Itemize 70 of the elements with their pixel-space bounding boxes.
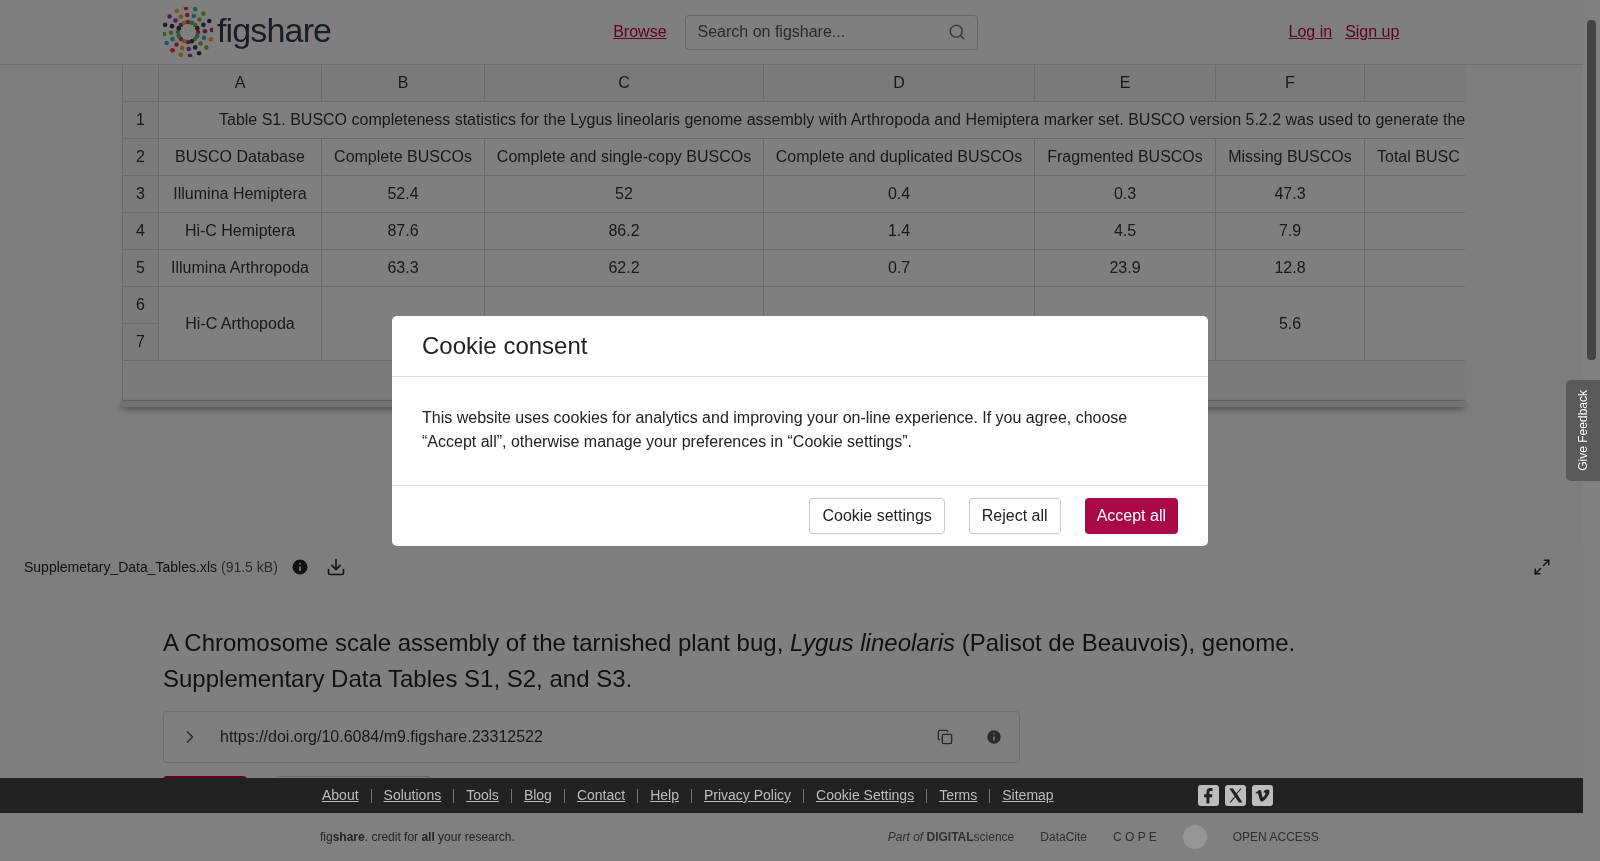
table-cell: Missing BUSCOs: [1216, 139, 1365, 176]
table-cell: 23.9: [1035, 250, 1216, 287]
table-cell: 47.3: [1216, 176, 1365, 213]
column-header: F: [1216, 65, 1365, 102]
table-cell: Complete BUSCOs: [322, 139, 485, 176]
feedback-tab[interactable]: Give Feedback: [1566, 380, 1600, 481]
tagline: figshare. credit for all your research.: [320, 829, 515, 846]
table-cell: 0.3: [1035, 176, 1216, 213]
table-cell: Complete and duplicated BUSCOs: [764, 139, 1035, 176]
footer-link[interactable]: Terms: [937, 785, 980, 806]
table-cell: 63.3: [322, 250, 485, 287]
vimeo-icon[interactable]: [1251, 785, 1273, 806]
dialog-message: This website uses cookies for analytics and improving your on-line experience. If you agree, choose “Accept all”, otherwise manage your preferences in “Cookie settings”.: [422, 408, 1129, 452]
dialog-title: Cookie consent: [422, 331, 588, 361]
facebook-icon[interactable]: [1197, 785, 1219, 806]
table-cell: 12.8: [1216, 250, 1365, 287]
table-cell: Complete and single-copy BUSCOs: [485, 139, 764, 176]
partner-logo[interactable]: DataCite: [1040, 828, 1087, 846]
table-cell: Hi-C Hemiptera: [159, 213, 322, 250]
table-cell: 4.5: [1035, 213, 1216, 250]
table-cell: Total BUSC: [1365, 139, 1465, 176]
column-header: B: [322, 65, 485, 102]
table-cell: 87.6: [322, 213, 485, 250]
footer-link[interactable]: Solutions: [381, 785, 444, 806]
footer-link[interactable]: Blog: [521, 785, 554, 806]
file-size: (91.5 kB): [221, 557, 278, 577]
copy-icon[interactable]: [937, 729, 953, 745]
footer-link[interactable]: Privacy Policy: [701, 785, 794, 806]
logo-text[interactable]: figshare: [217, 13, 332, 47]
x-icon[interactable]: [1224, 785, 1246, 806]
footer-link[interactable]: About: [320, 785, 361, 806]
partner-logo[interactable]: C O P E: [1113, 828, 1157, 846]
search-field[interactable]: Search on figshare...: [684, 14, 978, 50]
table-cell: BUSCO Database: [159, 139, 322, 176]
table-cell: 0.7: [764, 250, 1035, 287]
download-icon[interactable]: [325, 557, 346, 577]
doi-link[interactable]: https://doi.org/10.6084/m9.figshare.23312522: [220, 725, 543, 749]
partner-logo[interactable]: OPEN ACCESS: [1232, 828, 1319, 846]
dialog-button[interactable]: Reject all: [968, 498, 1061, 534]
column-header: E: [1035, 65, 1216, 102]
footer-link[interactable]: Sitemap: [1000, 785, 1056, 806]
table-cell: 7.9: [1216, 213, 1365, 250]
column-header: C: [485, 65, 764, 102]
dialog-button[interactable]: Cookie settings: [809, 498, 945, 534]
row-number: 6: [123, 287, 159, 324]
info-icon[interactable]: [289, 557, 310, 577]
partner-logo[interactable]: Part of DIGITALscience: [887, 828, 1015, 846]
article-title: A Chromosome scale assembly of the tarnished plant bug, Lygus lineolaris (Palisot de Beauvois), genome. Supplementary Data Tables S1, S2, and S3.: [163, 628, 1297, 694]
info-icon[interactable]: [985, 728, 1003, 746]
table-cell: Illumina Hemiptera: [159, 176, 322, 213]
footer-link[interactable]: Contact: [574, 785, 628, 806]
fullscreen-icon[interactable]: [1533, 558, 1551, 576]
column-header: A: [159, 65, 322, 102]
table-cell: 86.2: [485, 213, 764, 250]
table-cell: 52.4: [322, 176, 485, 213]
table-cell: 62.2: [485, 250, 764, 287]
accept-button[interactable]: Accept all: [1084, 498, 1178, 534]
table-cell: 0.4: [764, 176, 1035, 213]
table-cell: Table S1. BUSCO completeness statistics for the Lygus lineolaris genome assembly with Arthropoda and Hemiptera marker set. BUSCO version 5.2.2 was used to generate the: [159, 102, 1465, 139]
table-cell: 1.4: [764, 213, 1035, 250]
file-name: Supplemetary_Data_Tables.xls: [24, 557, 217, 577]
footer-link[interactable]: Cookie Settings: [814, 785, 917, 806]
logo-icon: [163, 7, 213, 57]
table-cell: Fragmented BUSCOs: [1035, 139, 1216, 176]
footer-link[interactable]: Help: [648, 785, 681, 806]
column-header: D: [764, 65, 1035, 102]
footer-link[interactable]: Tools: [464, 785, 501, 806]
table-cell: Illumina Arthropoda: [159, 250, 322, 287]
search-icon[interactable]: [947, 22, 966, 41]
table-cell: 52: [485, 176, 764, 213]
